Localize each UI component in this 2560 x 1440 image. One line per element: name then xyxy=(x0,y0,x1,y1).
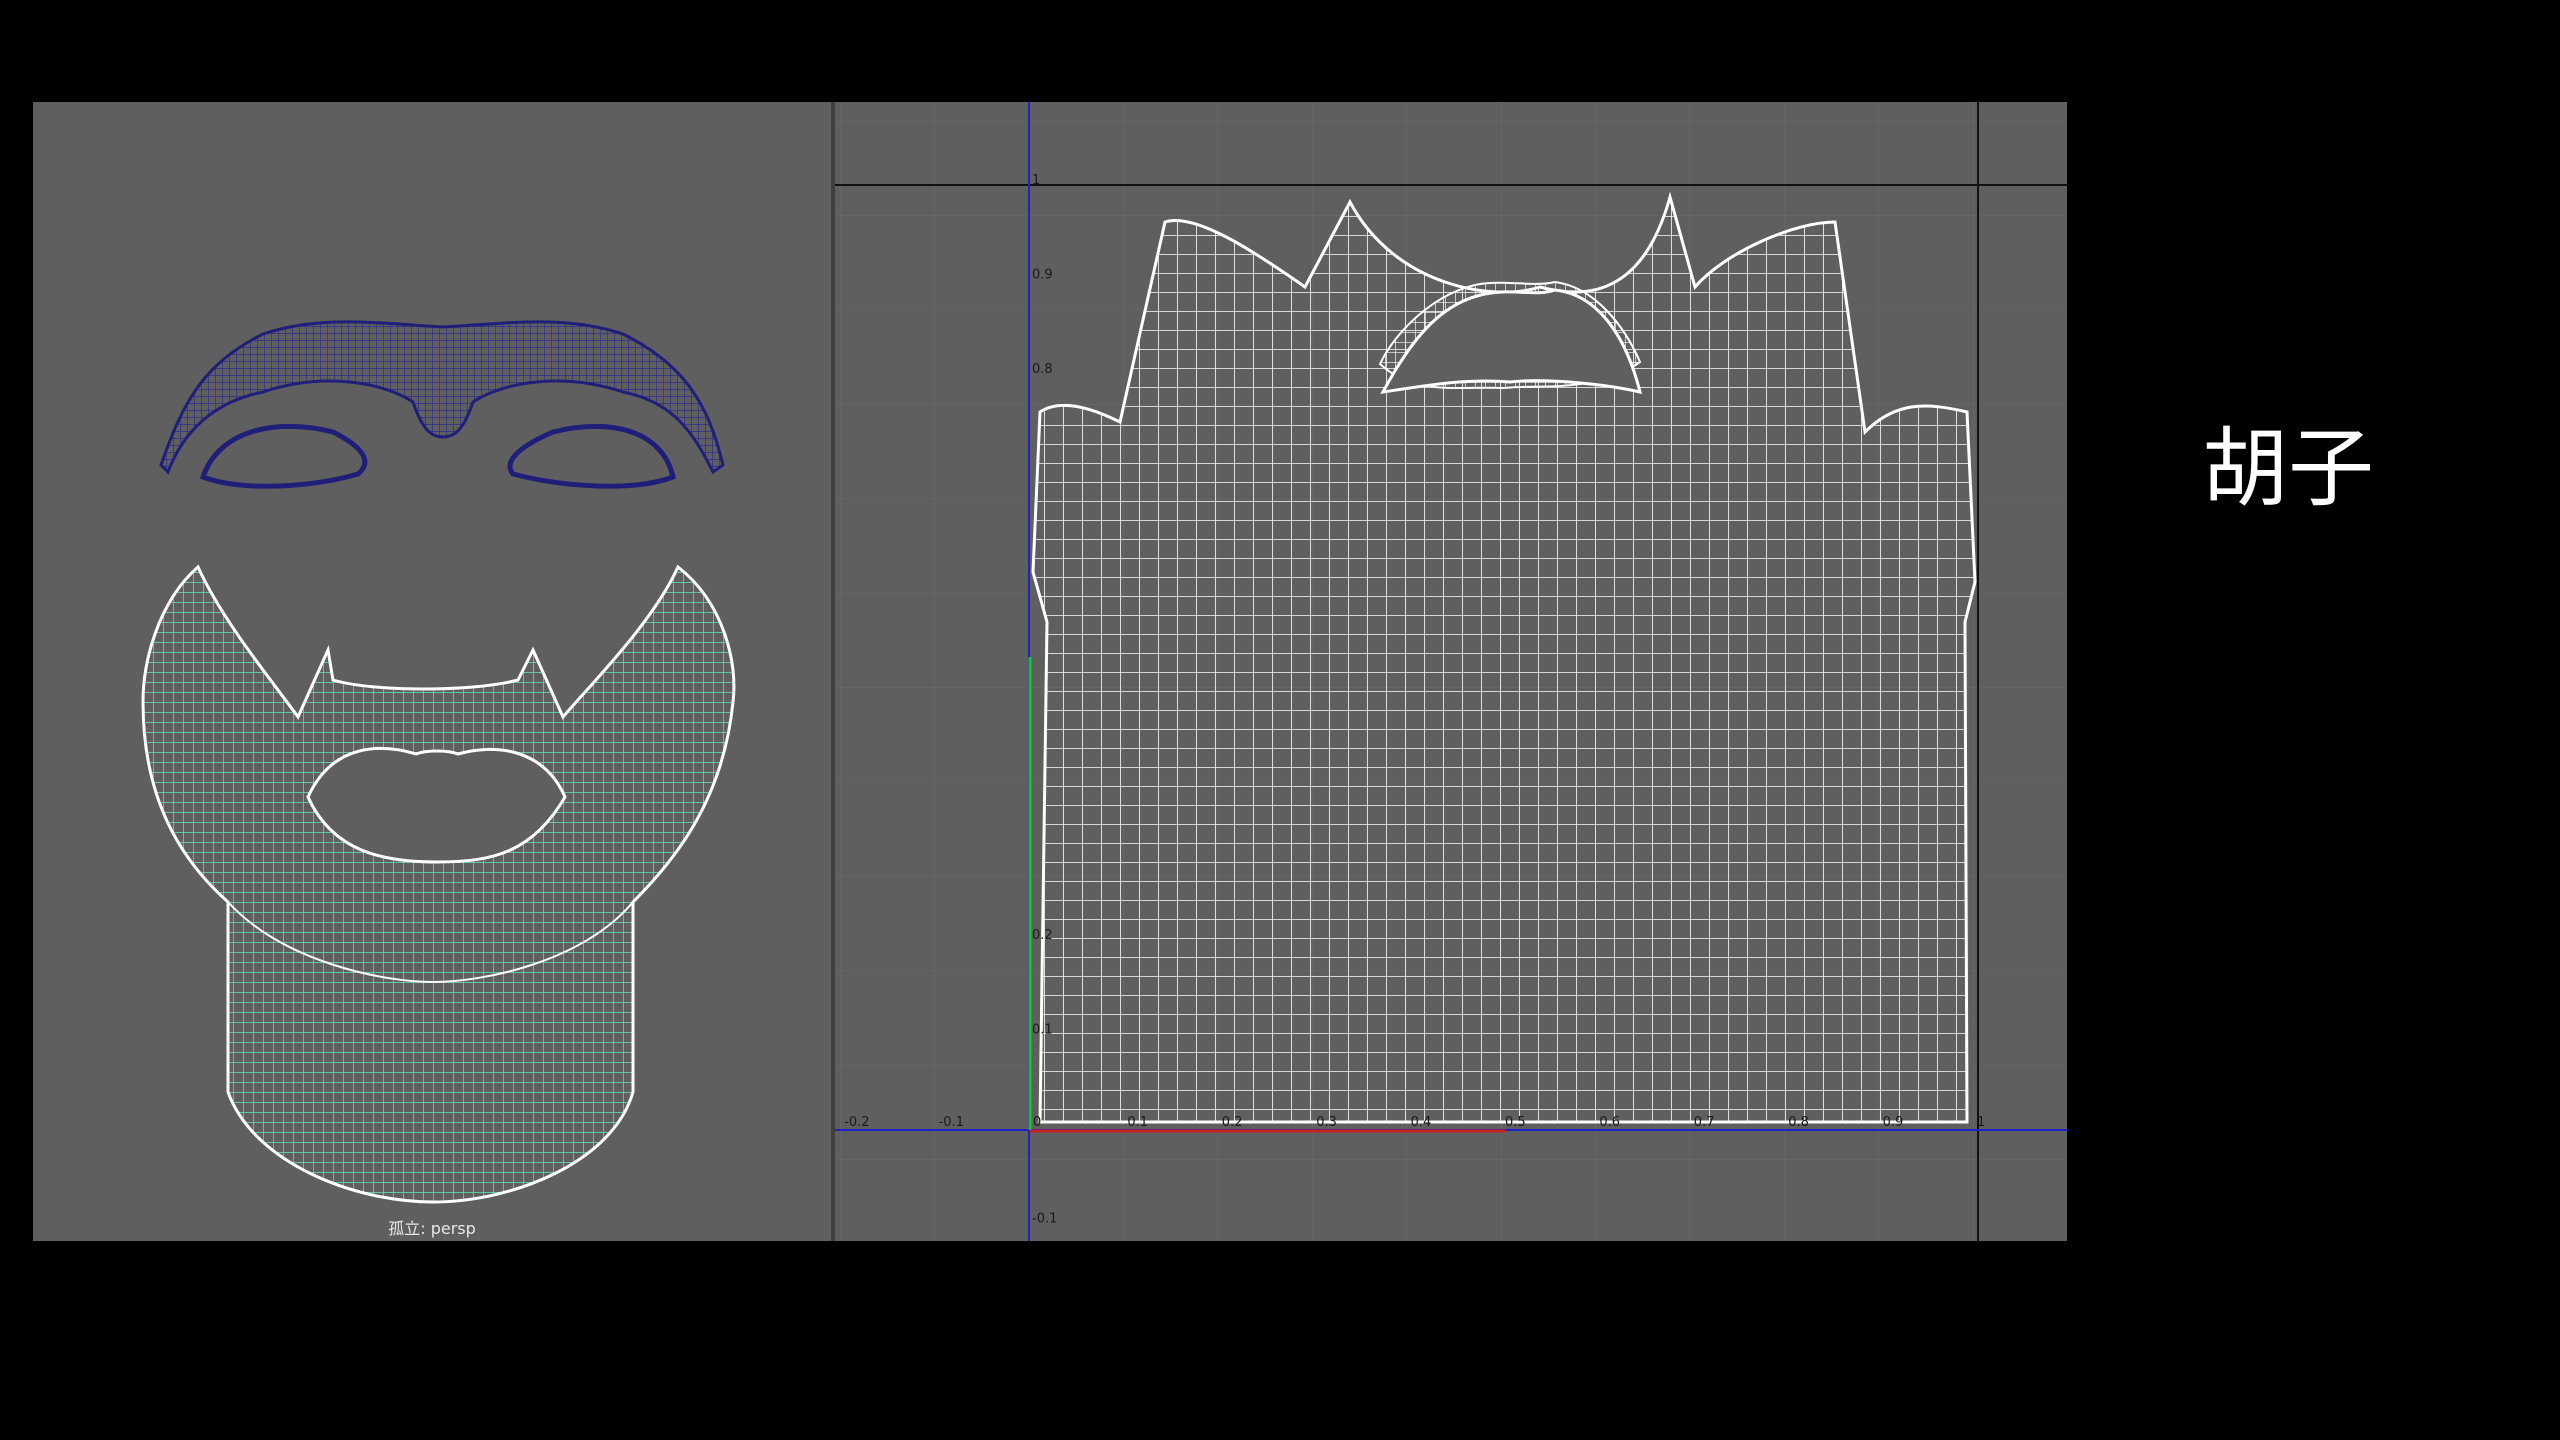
uv-y-tick-label: 0.2 xyxy=(1032,928,1053,943)
uv-y-tick-label: 0.8 xyxy=(1032,362,1053,377)
perspective-viewport[interactable]: 孤立: persp xyxy=(33,102,831,1241)
uv-x-tick-label: 0.4 xyxy=(1411,1115,1432,1130)
eyebrow-mesh[interactable] xyxy=(159,320,725,489)
uv-x-tick-label: -0.2 xyxy=(844,1115,869,1130)
uv-x-tick-label: 0.7 xyxy=(1694,1115,1715,1130)
side-label: 胡子 xyxy=(2202,419,2374,519)
viewport-label: 孤立: persp xyxy=(388,1219,476,1238)
uv-editor-canvas[interactable]: -0.2 -0.1 0 0.1 0.2 0.3 0.4 0.5 0.6 0.7 0.8 0.9 1 1 0… xyxy=(835,102,2067,1241)
uv-y-tick-label: -0.1 xyxy=(1032,1211,1057,1226)
perspective-canvas[interactable] xyxy=(33,102,831,1241)
uv-y-tick-label: 0.9 xyxy=(1032,267,1053,282)
uv-x-tick-label: 1 xyxy=(1977,1115,1985,1130)
uv-editor-viewport[interactable]: -0.2 -0.1 0 0.1 0.2 0.3 0.4 0.5 0.6 0.7 0.8 0.9 1 1 0… xyxy=(835,102,2067,1241)
uv-x-tick-label: -0.1 xyxy=(939,1115,964,1130)
uv-x-tick-label: 0.2 xyxy=(1222,1115,1243,1130)
beard-mesh[interactable] xyxy=(141,564,736,1204)
uv-x-tick-label: 0.3 xyxy=(1316,1115,1337,1130)
uv-x-tick-label: 0 xyxy=(1033,1115,1041,1130)
uv-y-tick-label: 1 xyxy=(1032,173,1040,188)
uv-y-tick-label: 0.1 xyxy=(1032,1023,1053,1038)
uv-x-tick-label: 0.9 xyxy=(1883,1115,1904,1130)
uv-x-tick-label: 0.8 xyxy=(1788,1115,1809,1130)
uv-x-tick-label: 0.1 xyxy=(1127,1115,1148,1130)
uv-x-tick-label: 0.6 xyxy=(1599,1115,1620,1130)
uv-x-tick-label: 0.5 xyxy=(1505,1115,1526,1130)
uv-shell[interactable] xyxy=(1031,191,1977,1124)
